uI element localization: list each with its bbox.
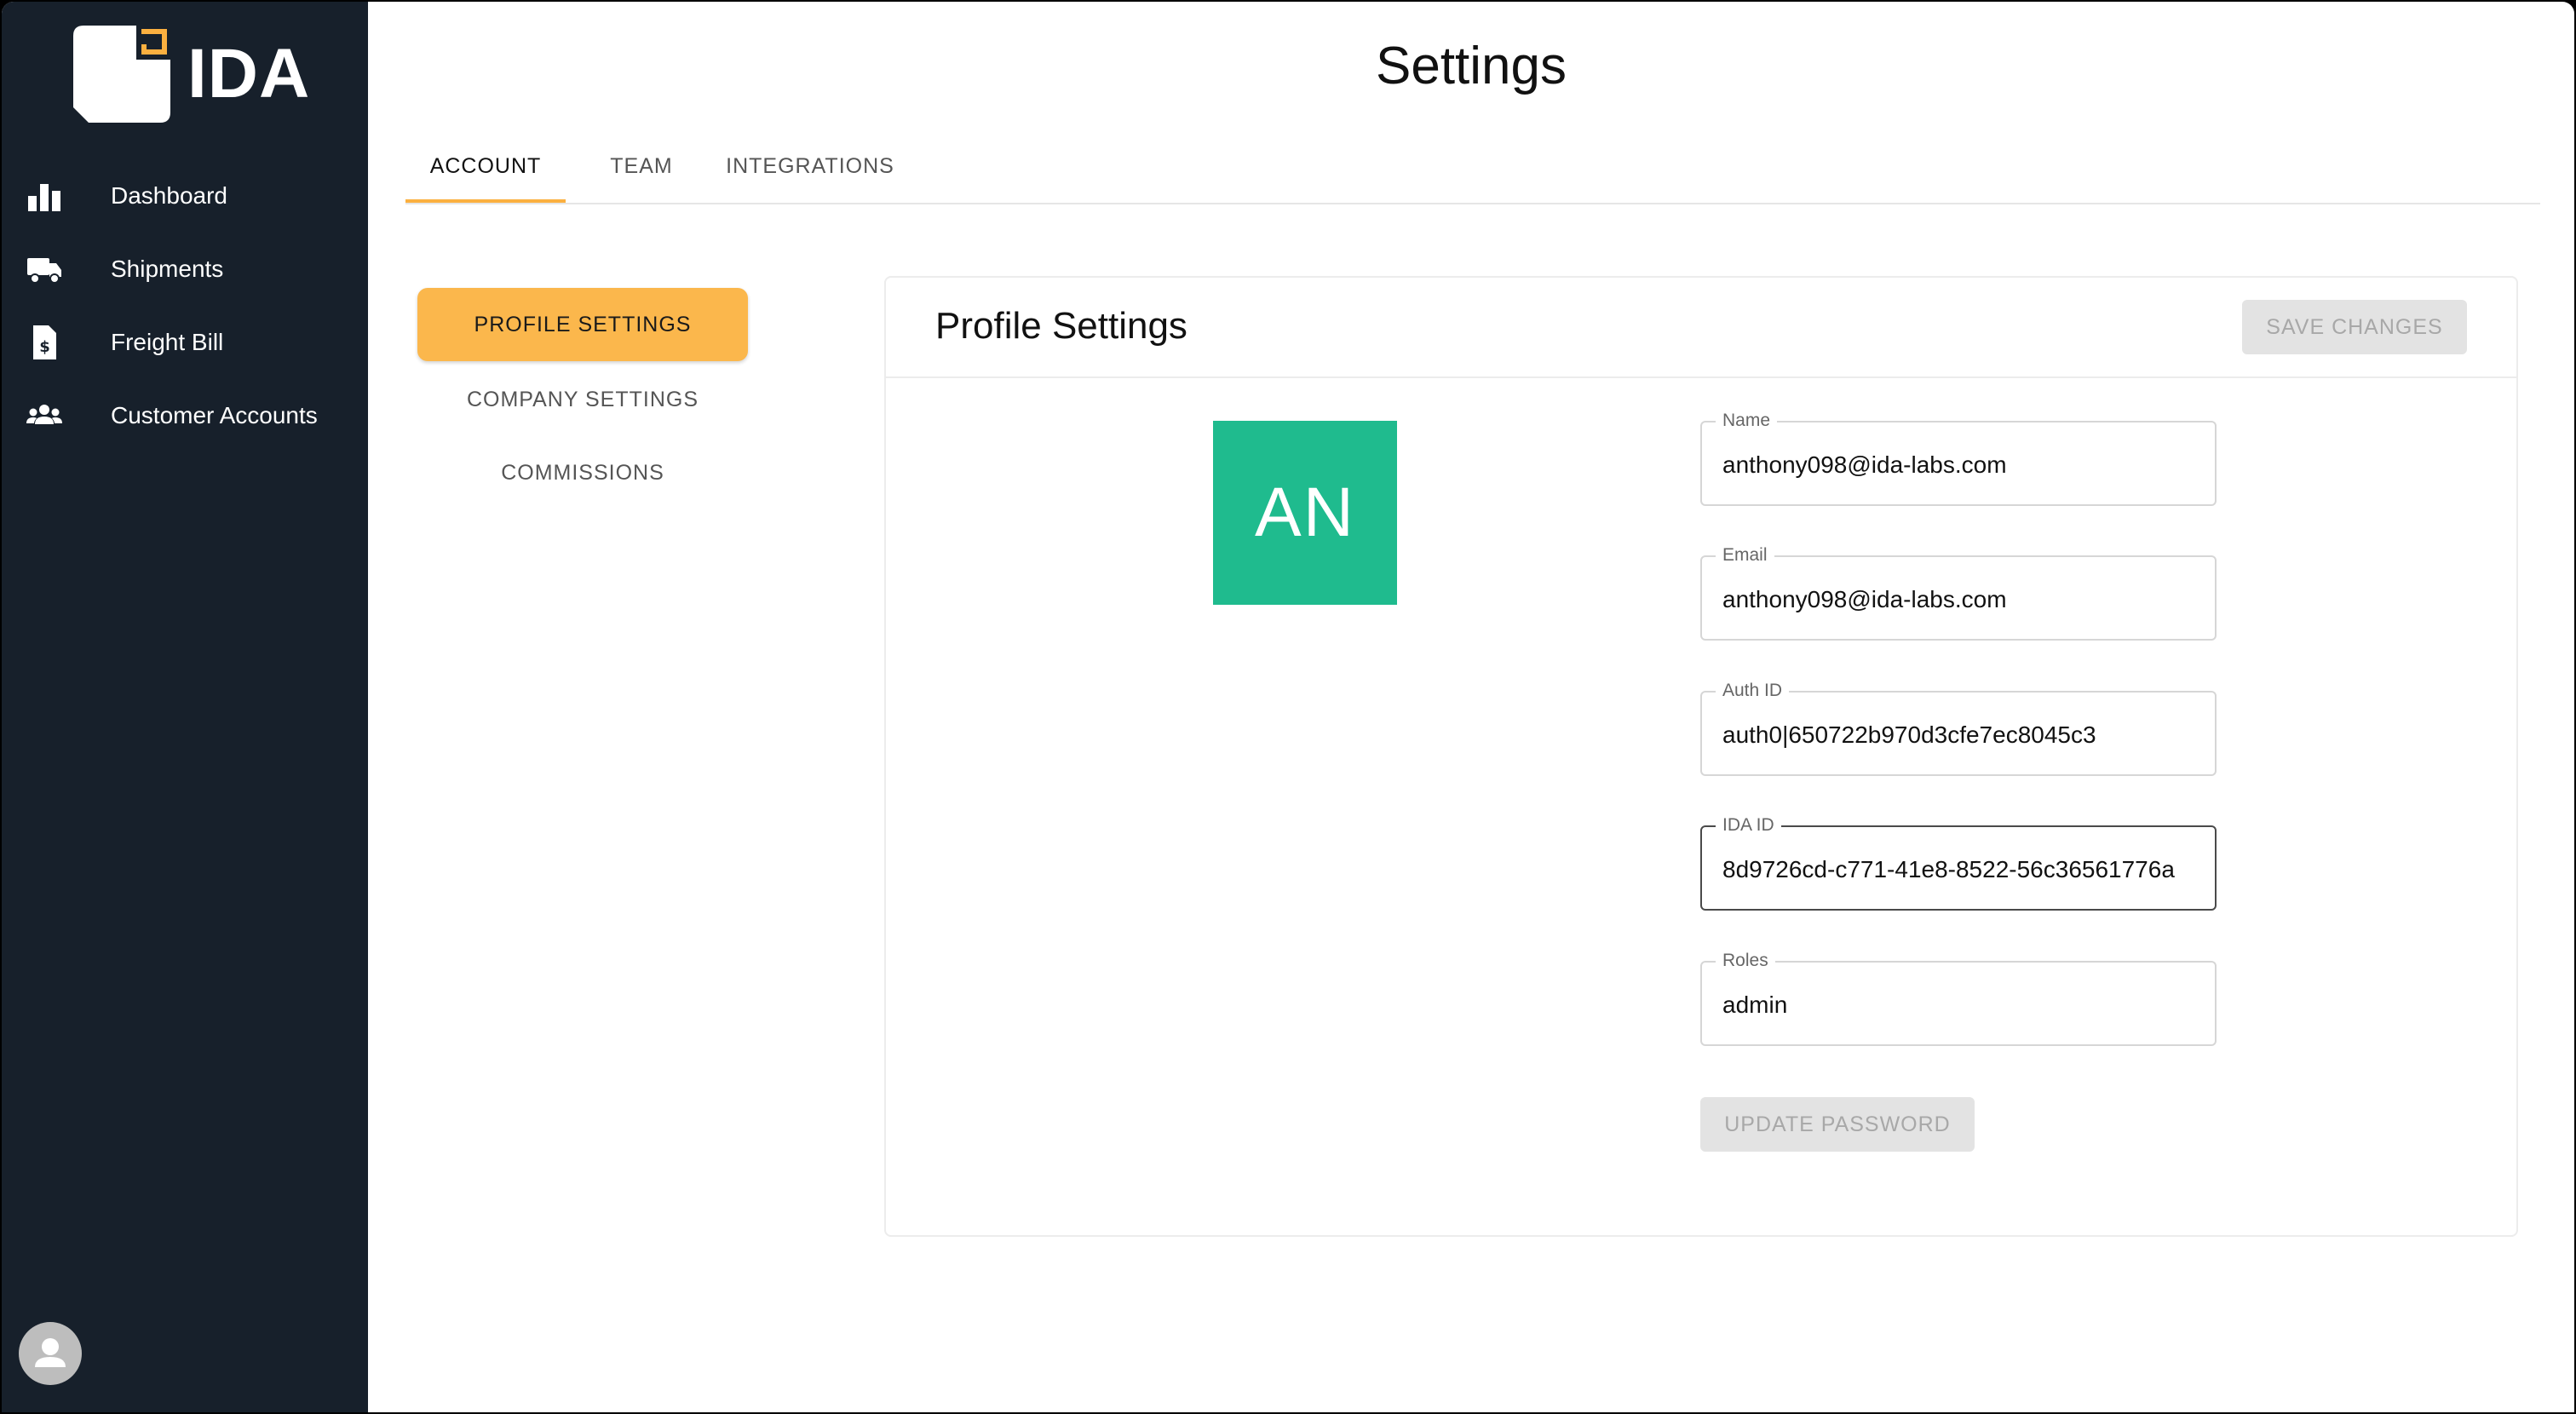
- bar-chart-icon: [26, 177, 63, 215]
- svg-text:$: $: [39, 338, 50, 356]
- save-changes-button[interactable]: SAVE CHANGES: [2242, 300, 2467, 354]
- sidebar-item-freight-bill[interactable]: $ Freight Bill: [2, 312, 368, 373]
- sidebar-item-label: Shipments: [111, 256, 224, 282]
- sidebar-item-label: Customer Accounts: [111, 402, 318, 428]
- email-field[interactable]: Email: [1700, 545, 2217, 641]
- app-window: IDA Dashboard Shipments $ Freight Bill C…: [2, 2, 2574, 1412]
- sidebar-item-label: Freight Bill: [111, 329, 224, 355]
- profile-avatar[interactable]: AN: [1213, 421, 1397, 605]
- settings-tabs: ACCOUNT TEAM INTEGRATIONS: [405, 129, 2540, 204]
- invoice-dollar-icon: $: [26, 324, 63, 361]
- tab-integrations[interactable]: INTEGRATIONS: [716, 129, 905, 203]
- roles-field[interactable]: Roles: [1700, 951, 2217, 1046]
- sidebar-item-customer-accounts[interactable]: Customer Accounts: [2, 385, 368, 446]
- sidebar-item-label: Dashboard: [111, 182, 227, 209]
- sidebar: IDA Dashboard Shipments $ Freight Bill C…: [2, 2, 368, 1412]
- auth-id-field-label: Auth ID: [1716, 681, 1790, 701]
- logo[interactable]: IDA: [73, 26, 310, 123]
- update-password-button[interactable]: UPDATE PASSWORD: [1700, 1097, 1975, 1152]
- user-avatar-button[interactable]: [19, 1322, 82, 1385]
- name-field[interactable]: Name: [1700, 411, 2217, 506]
- auth-id-input[interactable]: [1722, 718, 2205, 752]
- truck-icon: [26, 250, 63, 288]
- card-title: Profile Settings: [935, 305, 1187, 347]
- sidebar-item-shipments[interactable]: Shipments: [2, 239, 368, 300]
- email-field-label: Email: [1716, 545, 1774, 566]
- logo-text: IDA: [187, 35, 311, 112]
- profile-settings-card: Profile Settings SAVE CHANGES AN Name Em…: [884, 276, 2518, 1237]
- people-group-icon: [26, 397, 63, 434]
- card-header: Profile Settings SAVE CHANGES: [886, 278, 2516, 378]
- email-input[interactable]: [1722, 583, 2205, 617]
- page-title: Settings: [1375, 37, 1567, 95]
- name-field-label: Name: [1716, 411, 1778, 431]
- ida-logo-icon: [73, 26, 170, 123]
- ida-id-field-label: IDA ID: [1716, 815, 1781, 836]
- sidebar-item-dashboard[interactable]: Dashboard: [2, 165, 368, 227]
- roles-field-label: Roles: [1716, 951, 1775, 971]
- active-tab-indicator: [405, 199, 566, 203]
- subnav-profile-settings[interactable]: PROFILE SETTINGS: [417, 288, 748, 361]
- user-icon: [35, 1338, 66, 1367]
- auth-id-field[interactable]: Auth ID: [1700, 681, 2217, 776]
- subnav-commissions[interactable]: COMMISSIONS: [417, 436, 748, 509]
- tab-account[interactable]: ACCOUNT: [405, 129, 566, 203]
- tab-team[interactable]: TEAM: [584, 129, 699, 203]
- ida-id-field[interactable]: IDA ID: [1700, 815, 2217, 911]
- name-input[interactable]: [1722, 448, 2205, 482]
- ida-id-input[interactable]: [1722, 853, 2205, 887]
- subnav-company-settings[interactable]: COMPANY SETTINGS: [417, 363, 748, 436]
- roles-input[interactable]: [1722, 988, 2205, 1022]
